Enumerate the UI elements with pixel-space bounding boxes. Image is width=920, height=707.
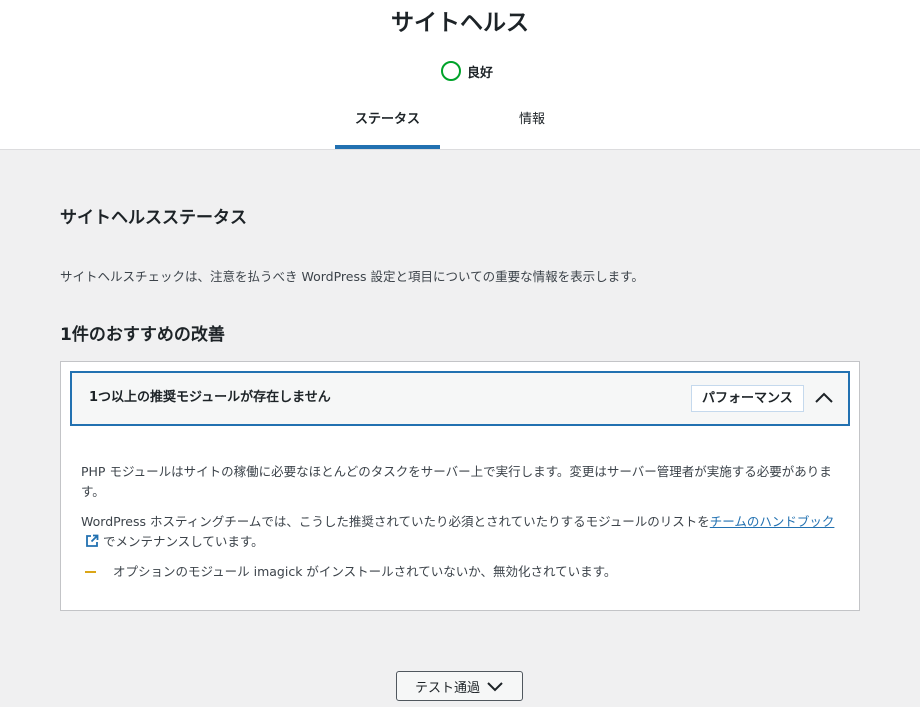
warning-dash-icon [85,571,96,573]
category-badge: パフォーマンス [691,385,804,412]
page-title: サイトヘルス [391,10,529,36]
issue-title: 1つ以上の推奨モジュールが存在しません [89,390,331,405]
status-label: 良好 [466,65,493,81]
section-description: サイトヘルスチェックは、注意を払うべき WordPress 設定と項目についての… [60,269,644,284]
health-status: 良好 [0,60,920,82]
handbook-text-after: でメンテナンスしています。 [103,534,264,549]
tab-nav: ステータス 情報 [0,100,920,150]
handbook-link[interactable]: チームのハンドブック [710,514,835,529]
handbook-text-before: WordPress ホスティングチームでは、こうした推奨されていたり必須とされて… [81,514,710,529]
section-title: サイトヘルスステータス [60,208,247,228]
chevron-up-icon [815,392,833,403]
tab-status[interactable]: ステータス [335,100,440,149]
handbook-link-label: チームのハンドブック [709,514,835,529]
issue-paragraph: PHP モジュールはサイトの稼働に必要なほとんどのタスクをサーバー上で実行します… [81,464,832,499]
external-link-icon [86,534,99,547]
warning-text: オプションのモジュール imagick がインストールされていないか、無効化され… [113,564,617,579]
tab-info[interactable]: 情報 [480,100,584,149]
chevron-down-icon [487,682,503,692]
passed-tests-label: テスト通過 [414,680,480,696]
warning-item: オプションのモジュール imagick がインストールされていないか、無効化され… [81,562,841,582]
passed-tests-toggle-button[interactable]: テスト通過 [396,671,523,701]
issue-description: PHP モジュールはサイトの稼働に必要なほとんどのタスクをサーバー上で実行します… [81,462,841,582]
issues-count-heading: 1件のおすすめの改善 [60,325,225,345]
issue-paragraph-handbook: WordPress ホスティングチームでは、こうした推奨されていたり必須とされて… [81,512,841,552]
status-circle-icon [440,61,461,81]
health-check-header: サイトヘルス 良好 ステータス 情報 [0,0,920,150]
issue-accordion: 1つ以上の推奨モジュールが存在しません パフォーマンス PHP モジュールはサイ… [60,361,860,611]
issue-accordion-trigger[interactable]: 1つ以上の推奨モジュールが存在しません パフォーマンス [70,371,850,426]
